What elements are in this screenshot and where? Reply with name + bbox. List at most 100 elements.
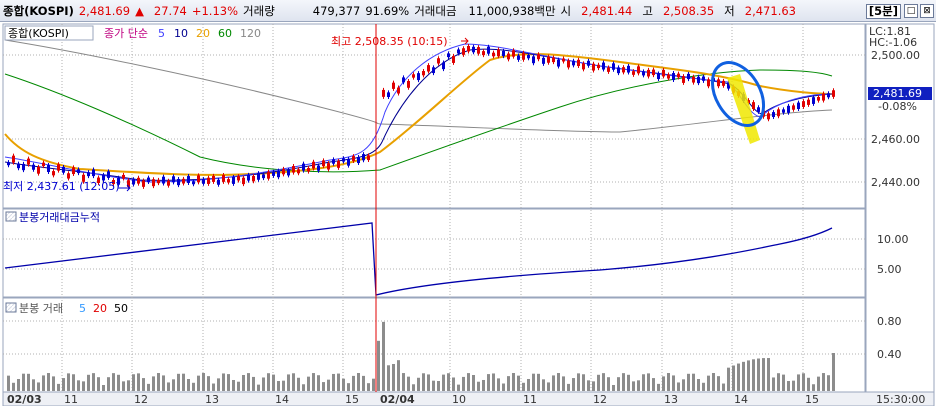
volume-bar	[117, 374, 120, 391]
candle-down	[517, 55, 520, 60]
volume-bar	[292, 373, 295, 391]
up-arrow-icon: ▲	[135, 3, 144, 18]
volume-bar	[407, 376, 410, 391]
interval-selector[interactable]: [5분]	[865, 3, 901, 19]
candle-up	[477, 47, 480, 54]
volume-bar	[642, 374, 645, 391]
candle-down	[332, 159, 335, 164]
volume-value: 479,377	[312, 3, 361, 18]
volume-bar	[742, 361, 745, 391]
candle-up	[802, 101, 805, 107]
candle-up	[597, 64, 600, 69]
vol-ma-20-label[interactable]: 20	[93, 302, 107, 315]
volume-bar	[392, 363, 395, 391]
stock-chart[interactable]: 종합(KOSPI) 종가 단순 5 10 20 60 120 최고 2,508.…	[0, 22, 936, 406]
candle-up	[167, 180, 170, 186]
candle-down	[272, 171, 275, 176]
volume-bar	[402, 373, 405, 391]
volume-bar	[312, 373, 315, 391]
candle-down	[192, 181, 195, 185]
candle-down	[442, 62, 445, 70]
candle-down	[532, 56, 535, 64]
volume-bar	[87, 374, 90, 391]
volume-bar	[512, 373, 515, 391]
candle-down	[797, 102, 800, 110]
volume-bar	[207, 376, 210, 391]
candle-down	[402, 77, 405, 83]
symbol-tag[interactable]: 종합(KOSPI)	[8, 27, 69, 40]
volume-bar	[67, 373, 70, 391]
candle-down	[172, 176, 175, 183]
volume-bar	[747, 360, 750, 391]
close-icon[interactable]: ⊠	[920, 4, 934, 18]
volume-bar	[707, 375, 710, 391]
volume-pane-handle-icon[interactable]	[5, 302, 17, 313]
ma-title[interactable]: 종가 단순	[104, 27, 148, 40]
max-price-label: 최고 2,508.35 (10:15)	[331, 35, 448, 48]
candle-down	[362, 154, 365, 161]
candle-down	[612, 63, 615, 70]
ma-60-label[interactable]: 60	[218, 27, 232, 40]
vol-ma-5-label[interactable]: 5	[79, 302, 86, 315]
volume-bar	[162, 375, 165, 391]
amount-pane-title[interactable]: 분봉거래대금누적	[19, 211, 100, 224]
candle-up	[197, 175, 200, 183]
x-axis-label: 13	[205, 393, 219, 406]
amount-pane-handle-icon[interactable]	[5, 211, 17, 222]
x-axis-label: 11	[523, 393, 537, 406]
candle-up	[242, 177, 245, 185]
volume-pane-title[interactable]: 분봉 거래	[19, 302, 63, 315]
candle-down	[107, 171, 110, 178]
volume-bar	[367, 383, 370, 391]
volume-pct: 91.69%	[365, 3, 410, 18]
volume-bar	[237, 381, 240, 391]
candle-down	[87, 172, 90, 177]
candle-down	[602, 62, 605, 70]
candle-up	[152, 179, 155, 187]
volume-bar	[517, 375, 520, 391]
candle-up	[497, 49, 500, 57]
ma-20-label[interactable]: 20	[196, 27, 210, 40]
volume-bar	[32, 379, 35, 391]
volume-bar	[252, 376, 255, 391]
candle-down	[77, 169, 80, 174]
window-controls: [5분] □ ⊠	[865, 0, 936, 22]
volume-bar	[497, 378, 500, 391]
candle-up	[122, 174, 125, 179]
volume-bar	[622, 373, 625, 391]
x-axis-label: 15	[345, 393, 359, 406]
candle-up	[807, 99, 810, 105]
vol-ma-50-label[interactable]: 50	[114, 302, 128, 315]
candle-down	[357, 157, 360, 164]
ma-10-label[interactable]: 10	[174, 27, 188, 40]
candle-up	[252, 175, 255, 182]
volume-bar	[767, 358, 770, 391]
ma-120-label[interactable]: 120	[240, 27, 261, 40]
low-value: 2,471.63	[744, 3, 796, 18]
volume-bar	[487, 374, 490, 391]
candle-up	[632, 71, 635, 75]
candle-down	[757, 107, 760, 112]
candle-up	[537, 54, 540, 60]
volume-bar	[112, 373, 115, 391]
volume-bar	[247, 373, 250, 391]
volume-bar	[202, 373, 205, 391]
volume-tick-040: 0.40	[877, 348, 902, 361]
candle-up	[512, 50, 515, 57]
candle-down	[827, 93, 830, 98]
minimize-icon[interactable]: □	[904, 4, 918, 18]
symbol-name[interactable]: 종합(KOSPI)	[3, 3, 74, 19]
candle-up	[507, 53, 510, 60]
candle-down	[32, 164, 35, 170]
candle-down	[387, 92, 390, 98]
volume-bar	[132, 374, 135, 391]
ma-5-label[interactable]: 5	[158, 27, 165, 40]
volume-bar	[762, 358, 765, 391]
volume-bar	[472, 375, 475, 391]
candle-down	[277, 170, 280, 178]
candle-down	[417, 73, 420, 81]
volume-tick-080: 0.80	[877, 315, 902, 328]
volume-bar	[197, 375, 200, 391]
candle-up	[392, 82, 395, 89]
candle-down	[132, 179, 135, 185]
